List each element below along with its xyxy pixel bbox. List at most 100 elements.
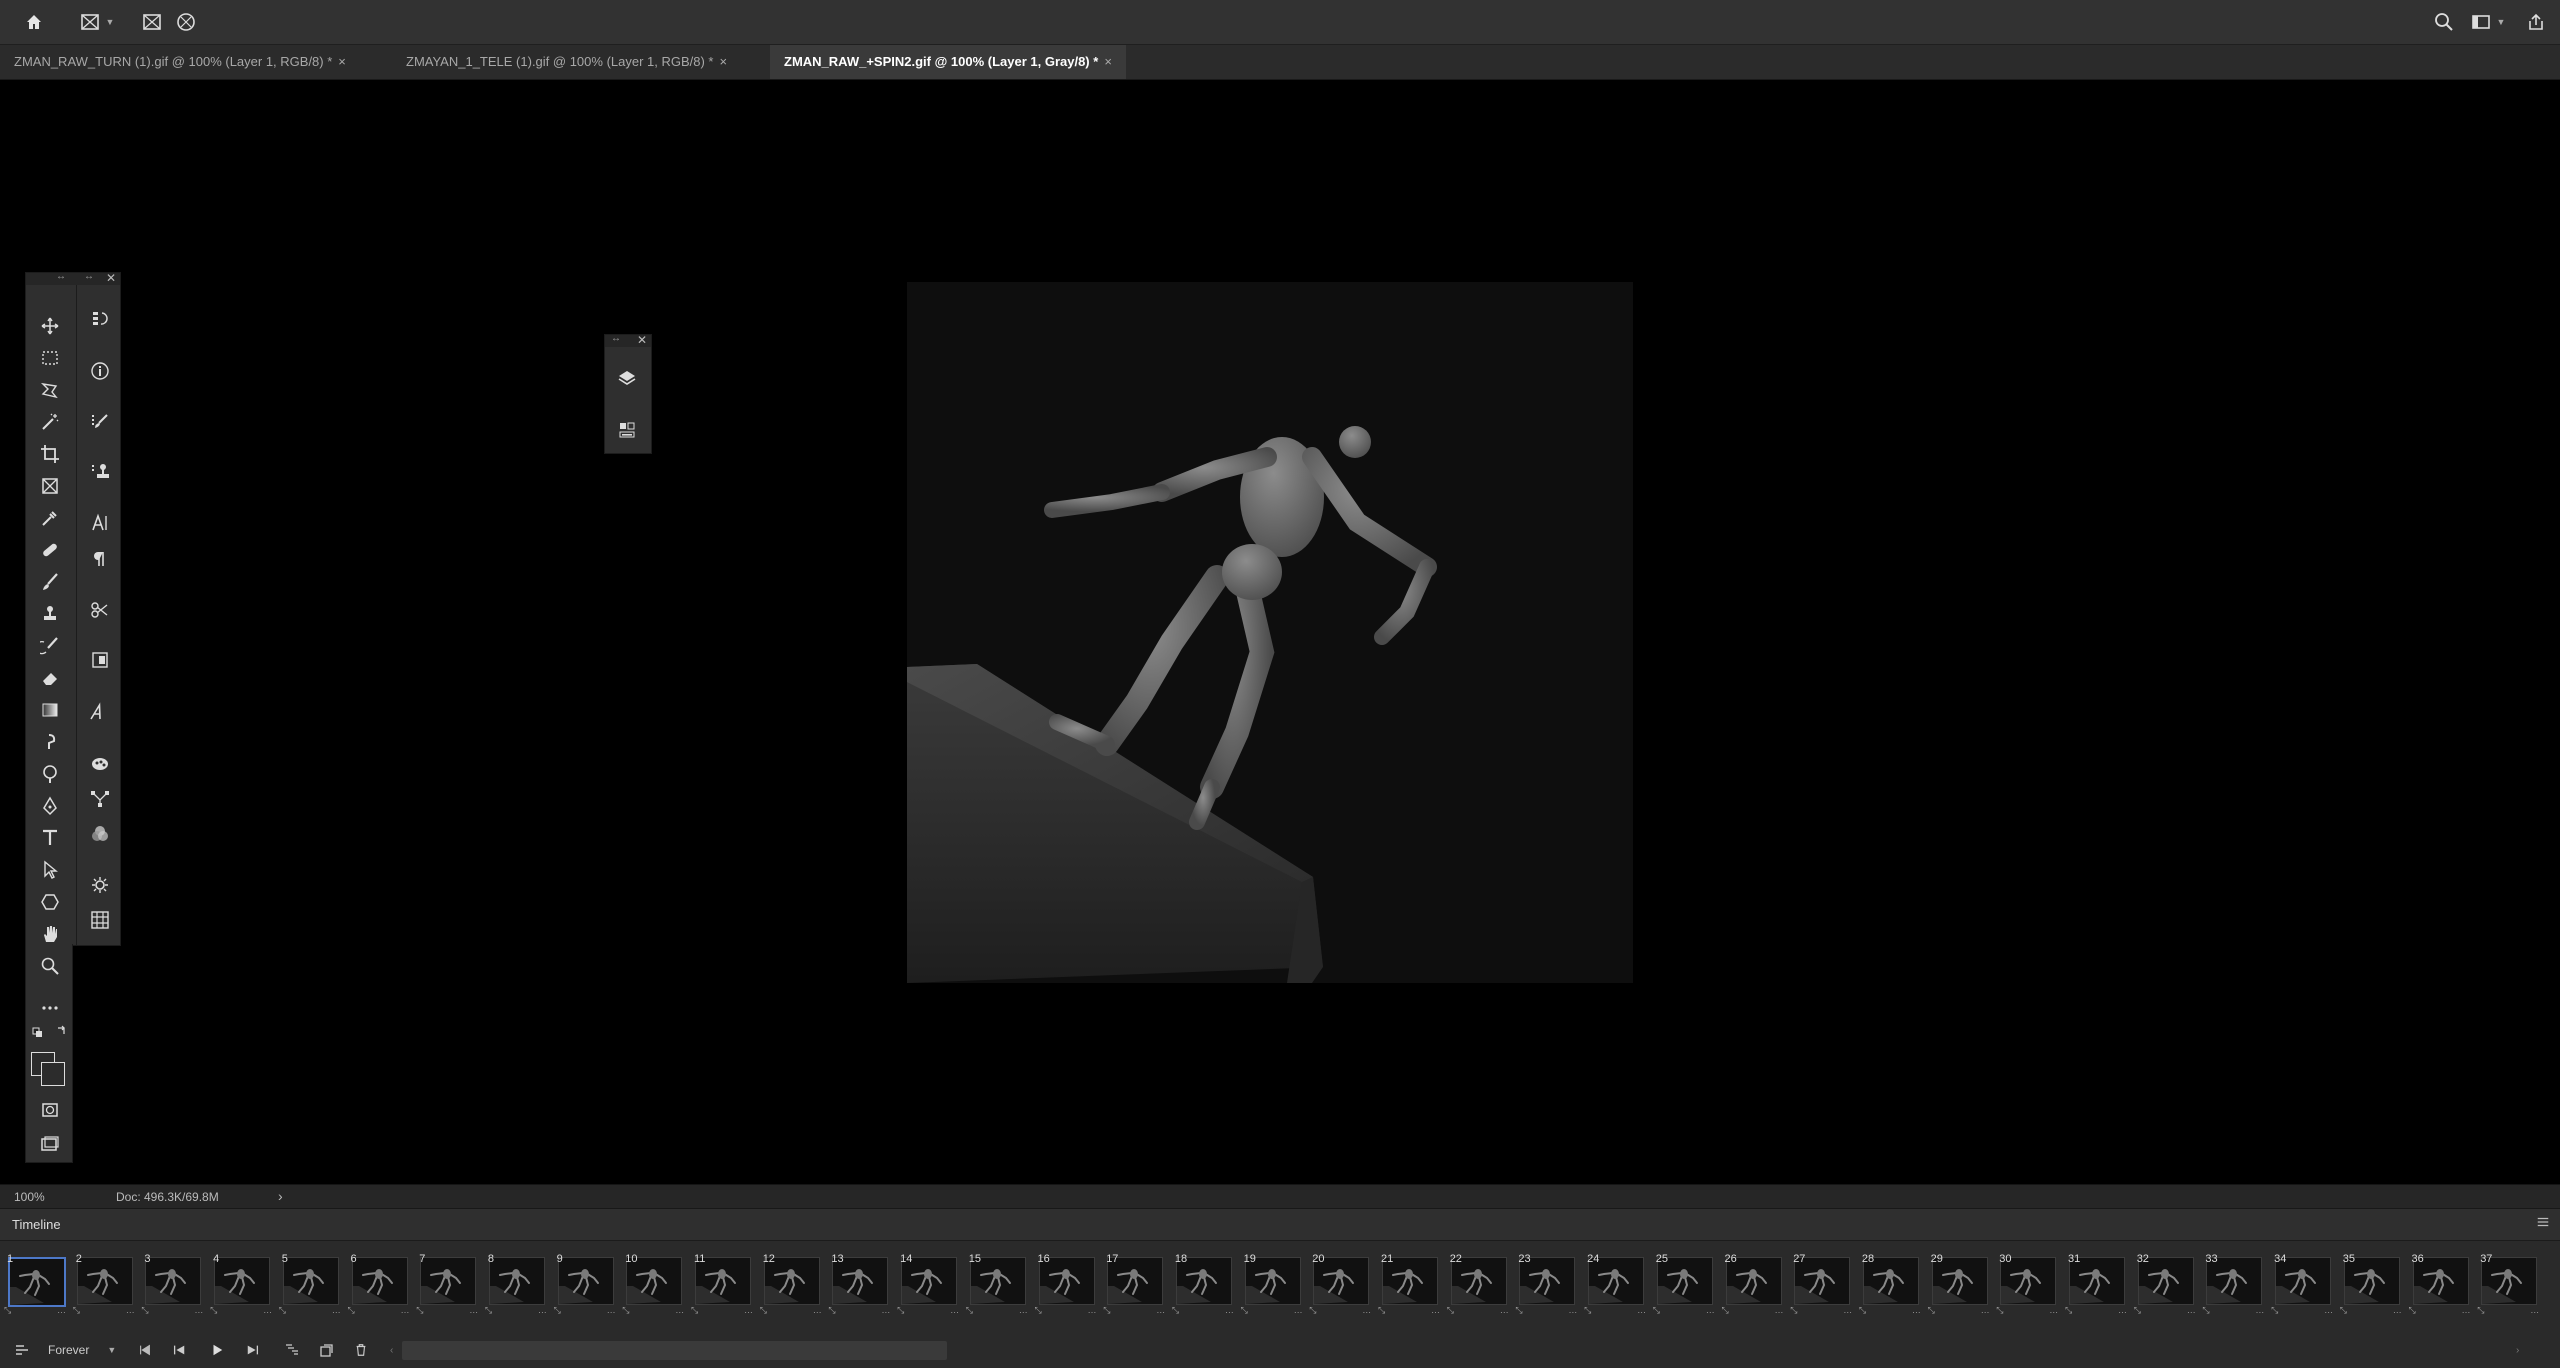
frame-delay[interactable]: … (881, 1305, 890, 1316)
frame-disposal-icon[interactable]: ⤡ (1790, 1305, 1797, 1316)
search-icon[interactable] (2432, 10, 2456, 34)
shape-tool-icon[interactable] (35, 888, 65, 916)
frame-disposal-icon[interactable]: ⤡ (2409, 1305, 2416, 1316)
frame-delay[interactable]: … (2118, 1305, 2127, 1316)
timeline-frame[interactable]: 35 ⤡… (2340, 1251, 2402, 1315)
frame-delay[interactable]: … (1843, 1305, 1852, 1316)
frame-delay[interactable]: … (950, 1305, 959, 1316)
pen-tool-icon[interactable] (35, 792, 65, 820)
timeline-frame[interactable]: 21 ⤡… (1378, 1251, 1440, 1315)
timeline-frame[interactable]: 32 ⤡… (2134, 1251, 2196, 1315)
frame-delay[interactable]: … (263, 1305, 272, 1316)
dodge-tool-icon[interactable] (35, 760, 65, 788)
timeline-frame[interactable]: 12 ⤡… (760, 1251, 822, 1315)
frame-disposal-icon[interactable]: ⤡ (828, 1305, 835, 1316)
frame-delay[interactable]: … (675, 1305, 684, 1316)
frame-delay[interactable]: … (1568, 1305, 1577, 1316)
frame-disposal-icon[interactable]: ⤡ (485, 1305, 492, 1316)
timeline-frame[interactable]: 30 ⤡… (1996, 1251, 2058, 1315)
frame-disposal-icon[interactable]: ⤡ (1653, 1305, 1660, 1316)
frame-delay[interactable]: … (2324, 1305, 2333, 1316)
frame-disposal-icon[interactable]: ⤡ (210, 1305, 217, 1316)
frame-disposal-icon[interactable]: ⤡ (1241, 1305, 1248, 1316)
frame-delay[interactable]: … (401, 1305, 410, 1316)
frame-disposal-icon[interactable]: ⤡ (897, 1305, 904, 1316)
convert-to-video-timeline-icon[interactable] (14, 1341, 30, 1359)
frame-delay[interactable]: … (126, 1305, 135, 1316)
panel-menu-icon[interactable] (2536, 1215, 2550, 1232)
timeline-frame[interactable]: 16 ⤡… (1035, 1251, 1097, 1315)
frame-delay[interactable]: … (57, 1305, 66, 1316)
history-brush-tool-icon[interactable] (35, 632, 65, 660)
timeline-frame[interactable]: 22 ⤡… (1447, 1251, 1509, 1315)
eyedropper-tool-icon[interactable] (35, 504, 65, 532)
timeline-frame[interactable]: 24 ⤡… (1584, 1251, 1646, 1315)
frame-delay[interactable]: … (2187, 1305, 2196, 1316)
timeline-frame[interactable]: 6 ⤡… (348, 1251, 410, 1315)
timeline-frame[interactable]: 33 ⤡… (2202, 1251, 2264, 1315)
status-menu-arrow[interactable]: › (278, 1188, 283, 1204)
document-canvas[interactable] (907, 282, 1633, 983)
more-tools-icon[interactable] (35, 994, 65, 1022)
frame-delay[interactable]: … (1981, 1305, 1990, 1316)
frame-delay[interactable]: … (1637, 1305, 1646, 1316)
close-icon[interactable]: × (338, 54, 346, 69)
quick-mask-icon[interactable] (35, 1096, 65, 1124)
frame-delay[interactable]: … (2530, 1305, 2539, 1316)
frame-delay[interactable]: … (1500, 1305, 1509, 1316)
frame-delay[interactable]: … (1294, 1305, 1303, 1316)
frame-disposal-icon[interactable]: ⤡ (1103, 1305, 1110, 1316)
timeline-frame[interactable]: 17 ⤡… (1103, 1251, 1165, 1315)
frame-disposal-icon[interactable]: ⤡ (622, 1305, 629, 1316)
frame-delay[interactable]: … (332, 1305, 341, 1316)
play-button[interactable] (210, 1341, 224, 1359)
timeline-frame[interactable]: 14 ⤡… (897, 1251, 959, 1315)
frame-delay[interactable]: … (1431, 1305, 1440, 1316)
frame-ellipse-icon[interactable] (174, 10, 198, 34)
frame-delay[interactable]: … (1362, 1305, 1371, 1316)
glyphs-panel-icon[interactable] (85, 698, 115, 726)
collapse-icon[interactable]: ↔ (611, 333, 621, 344)
frame-disposal-icon[interactable]: ⤡ (141, 1305, 148, 1316)
timeline-frame[interactable]: 36 ⤡… (2409, 1251, 2471, 1315)
adjustments-panel-icon[interactable] (85, 871, 115, 899)
timeline-frame[interactable]: 26 ⤡… (1722, 1251, 1784, 1315)
clone-source-panel-icon[interactable] (85, 458, 115, 486)
timeline-frame[interactable]: 10 ⤡… (622, 1251, 684, 1315)
move-tool-icon[interactable] (35, 312, 65, 340)
frame-disposal-icon[interactable]: ⤡ (966, 1305, 973, 1316)
loop-select[interactable]: Forever ▼ (48, 1341, 116, 1359)
duplicate-frame-button[interactable] (318, 1341, 334, 1359)
frame-delay[interactable]: … (1225, 1305, 1234, 1316)
tween-button[interactable] (284, 1341, 300, 1359)
brush-settings-panel-icon[interactable] (85, 408, 115, 436)
timeline-frame[interactable]: 31 ⤡… (2065, 1251, 2127, 1315)
frame-tool-icon[interactable]: ▼ (74, 10, 120, 34)
frame-delay[interactable]: … (194, 1305, 203, 1316)
frame-disposal-icon[interactable]: ⤡ (1515, 1305, 1522, 1316)
tool-presets-panel-icon[interactable] (85, 596, 115, 624)
timeline-frame[interactable]: 13 ⤡… (828, 1251, 890, 1315)
frame-disposal-icon[interactable]: ⤡ (1447, 1305, 1454, 1316)
timeline-frame[interactable]: 25 ⤡… (1653, 1251, 1715, 1315)
document-tab-2[interactable]: ZMAYAN_1_TELE (1).gif @ 100% (Layer 1, R… (392, 45, 741, 79)
close-icon[interactable]: ✕ (106, 271, 116, 285)
frame-rect-icon[interactable] (140, 10, 164, 34)
timeline-frame[interactable]: 4 ⤡… (210, 1251, 272, 1315)
delete-frame-button[interactable] (354, 1341, 368, 1359)
magic-wand-tool-icon[interactable] (35, 408, 65, 436)
timeline-frame[interactable]: 20 ⤡… (1309, 1251, 1371, 1315)
previous-frame-button[interactable] (172, 1341, 186, 1359)
clone-stamp-tool-icon[interactable] (35, 600, 65, 628)
scroll-right-icon[interactable]: › (2516, 1345, 2519, 1356)
frame-delay[interactable]: … (469, 1305, 478, 1316)
default-colors-icon[interactable] (28, 1024, 72, 1042)
frame-disposal-icon[interactable]: ⤡ (1309, 1305, 1316, 1316)
frame-delay[interactable]: … (2462, 1305, 2471, 1316)
timeline-frame[interactable]: 2 ⤡… (73, 1251, 135, 1315)
frame-disposal-icon[interactable]: ⤡ (1035, 1305, 1042, 1316)
panel-grip[interactable]: ↔ ↔ ✕ (26, 271, 120, 285)
timeline-frame[interactable]: 3 ⤡… (141, 1251, 203, 1315)
frame-disposal-icon[interactable]: ⤡ (416, 1305, 423, 1316)
smudge-tool-icon[interactable] (35, 728, 65, 756)
